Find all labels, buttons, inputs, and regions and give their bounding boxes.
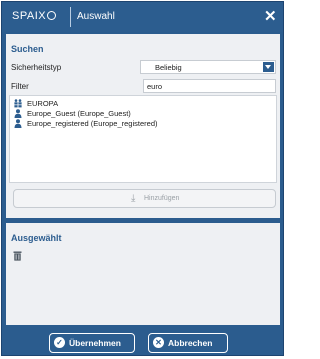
cancel-button-label: Abbrechen [168, 338, 213, 348]
add-down-arrow-icon: ⤓ [131, 193, 136, 204]
user-icon [14, 119, 22, 128]
security-type-select[interactable]: Beliebig [140, 60, 276, 74]
apply-button-label: Übernehmen [69, 338, 121, 348]
selection-dialog: SPAIX Auswahl ✕ Suchen Sicherheitstyp Be… [1, 1, 284, 356]
spaix-logo: SPAIX [12, 10, 57, 22]
result-label: Europe_Guest (Europe_Guest) [27, 109, 131, 118]
filter-input[interactable] [143, 79, 276, 93]
add-button-label: Hinzufügen [144, 195, 180, 202]
chevron-down-icon[interactable] [263, 62, 274, 72]
apply-button[interactable]: ✓ Übernehmen [49, 333, 135, 353]
add-button[interactable]: ⤓ Hinzufügen [13, 189, 276, 208]
security-type-label: Sicherheitstyp [11, 63, 62, 72]
security-type-value: Beliebig [155, 63, 182, 72]
user-icon [14, 109, 22, 118]
search-section-title: Suchen [11, 44, 44, 54]
cancel-button[interactable]: ✕ Abbrechen [148, 333, 228, 353]
check-circle-icon: ✓ [54, 337, 65, 348]
selected-section-title: Ausgewählt [11, 233, 62, 243]
x-circle-icon: ✕ [153, 337, 164, 348]
title-divider [70, 7, 71, 27]
results-list[interactable]: EUROPA Europe_Guest (Europe_Guest) Europ… [9, 95, 277, 183]
result-label: Europe_registered (Europe_registered) [27, 119, 158, 128]
close-icon[interactable]: ✕ [264, 7, 277, 25]
filter-label: Filter [11, 82, 29, 91]
result-label: EUROPA [27, 99, 59, 108]
trash-icon[interactable] [13, 251, 22, 261]
title-bar: SPAIX Auswahl ✕ [2, 2, 283, 32]
group-icon [14, 99, 22, 108]
dialog-title: Auswahl [77, 11, 115, 22]
